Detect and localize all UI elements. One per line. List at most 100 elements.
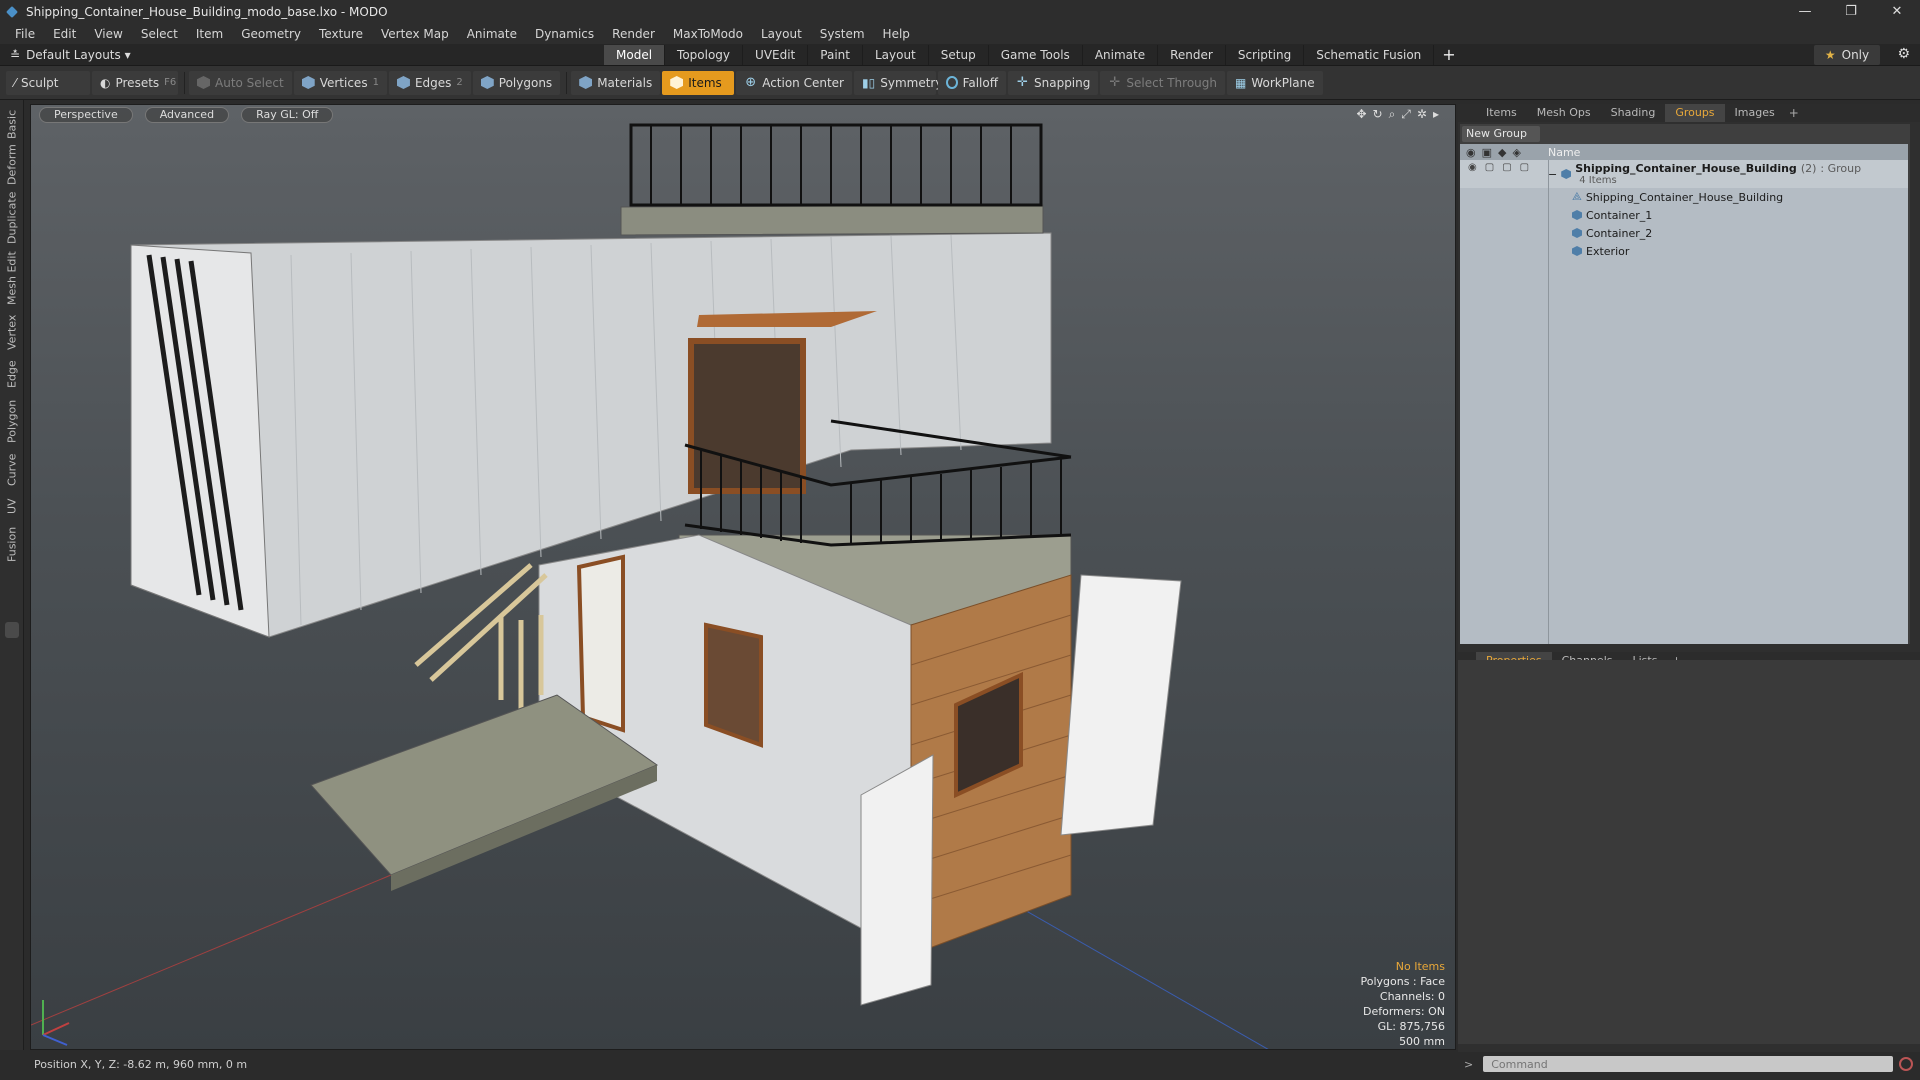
tree-row-item[interactable]: Container_2 (1460, 224, 1908, 242)
vtab-uv[interactable]: UV (2, 494, 22, 518)
lock-toggle-icon[interactable]: ▢ (1485, 162, 1494, 173)
3d-viewport[interactable]: Perspective Advanced Ray GL: Off ✥ ↻ ⌕ ⤢… (30, 104, 1456, 1050)
tab-model[interactable]: Model (604, 45, 666, 65)
materials-button[interactable]: Materials (571, 70, 661, 95)
menu-item[interactable]: Item (187, 27, 232, 41)
vtab-mesh-edit[interactable]: Mesh Edit (2, 250, 22, 306)
vtab-edge[interactable]: Edge (2, 358, 22, 390)
falloff-button[interactable]: Falloff (938, 70, 1006, 95)
tab-render[interactable]: Render (1158, 45, 1226, 65)
tree-row-item[interactable]: Container_1 (1460, 206, 1908, 224)
zoom-icon[interactable]: ⌕ (1389, 107, 1396, 122)
menu-geometry[interactable]: Geometry (232, 27, 310, 41)
menu-layout[interactable]: Layout (752, 27, 811, 41)
menu-help[interactable]: Help (874, 27, 919, 41)
tab-topology[interactable]: Topology (665, 45, 744, 65)
layout-selector[interactable]: ≛ Default Layouts ▾ (10, 48, 131, 62)
workplane-button[interactable]: ▦ WorkPlane (1226, 70, 1323, 95)
maximize-button[interactable]: ❐ (1828, 0, 1874, 23)
menu-edit[interactable]: Edit (44, 27, 85, 41)
vtab-deform[interactable]: Deform (2, 144, 22, 186)
tab-images[interactable]: Images (1725, 104, 1785, 122)
tab-setup[interactable]: Setup (929, 45, 989, 65)
collapse-icon[interactable]: − (1548, 168, 1557, 181)
command-input[interactable] (1483, 1056, 1894, 1072)
vertices-shortcut: 1 (372, 77, 379, 88)
edges-button[interactable]: Edges 2 (388, 70, 471, 95)
vtab-duplicate[interactable]: Duplicate (2, 190, 22, 246)
gear-icon[interactable]: ⚙ (1897, 46, 1910, 62)
select-icon[interactable]: ◆ (1498, 146, 1506, 159)
tree-row-item[interactable]: ⟁ Shipping_Container_House_Building (1460, 188, 1908, 206)
falloff-icon (946, 76, 958, 89)
tab-items[interactable]: Items (1476, 104, 1527, 122)
perspective-dropdown[interactable]: Perspective (39, 107, 133, 123)
items-button[interactable]: Items (662, 70, 735, 95)
lock-icon[interactable]: ▣ (1482, 146, 1492, 159)
auto-select-button[interactable]: Auto Select (189, 70, 292, 95)
tab-animate[interactable]: Animate (1083, 45, 1159, 65)
checkbox-icon[interactable]: ▢ (1520, 162, 1529, 173)
tab-schematic-fusion[interactable]: Schematic Fusion (1304, 45, 1435, 65)
group-kind: : Group (1820, 162, 1862, 175)
add-tab-button[interactable]: + (1442, 45, 1455, 65)
menu-system[interactable]: System (811, 27, 874, 41)
new-group-button[interactable]: New Group (1462, 126, 1540, 142)
menu-file[interactable]: File (6, 27, 44, 41)
tree-row-item[interactable]: Exterior (1460, 242, 1908, 260)
checkbox-icon[interactable]: ▢ (1502, 162, 1511, 173)
command-history-button[interactable] (1899, 1057, 1914, 1071)
menu-view[interactable]: View (85, 27, 131, 41)
select-through-button[interactable]: ✛ Select Through (1100, 70, 1225, 95)
minimize-button[interactable]: — (1782, 0, 1828, 23)
close-button[interactable]: ✕ (1874, 0, 1920, 23)
render-icon[interactable]: ◈ (1512, 146, 1520, 159)
menu-animate[interactable]: Animate (458, 27, 526, 41)
stat-channels: Channels: 0 (1379, 990, 1445, 1003)
only-label: Only (1841, 48, 1870, 62)
panel-toggle-button[interactable] (5, 622, 19, 638)
tree-row-group[interactable]: ◉ ▢ ▢ ▢ − Shipping_Container_House_Building… (1460, 160, 1908, 188)
snapping-button[interactable]: ✛ Snapping (1008, 70, 1099, 95)
vtab-vertex[interactable]: Vertex (2, 312, 22, 352)
groups-panel-tabs: Items Mesh Ops Shading Groups Images + (1458, 104, 1920, 122)
tab-game-tools[interactable]: Game Tools (989, 45, 1083, 65)
visibility-eye-icon[interactable]: ◉ (1468, 162, 1477, 173)
pan-icon[interactable]: ✥ (1356, 107, 1366, 122)
presets-button[interactable]: ◐ Presets F6 (92, 70, 178, 95)
settings-icon[interactable]: ✲ (1417, 107, 1427, 122)
polygons-button[interactable]: Polygons (472, 70, 561, 95)
vtab-basic[interactable]: Basic (2, 108, 22, 140)
raygl-dropdown[interactable]: Ray GL: Off (241, 107, 334, 123)
tab-mesh-ops[interactable]: Mesh Ops (1527, 104, 1601, 122)
menu-select[interactable]: Select (132, 27, 187, 41)
advanced-dropdown[interactable]: Advanced (144, 107, 230, 123)
eye-icon[interactable]: ◉ (1466, 146, 1476, 159)
only-toggle[interactable]: ★ Only (1814, 45, 1880, 65)
symmetry-button[interactable]: ▮▯ Symmetry (854, 70, 942, 95)
menu-render[interactable]: Render (603, 27, 664, 41)
column-divider (1548, 160, 1549, 644)
add-panel-tab-button[interactable]: + (1789, 106, 1799, 120)
vtab-polygon[interactable]: Polygon (2, 396, 22, 446)
tab-groups[interactable]: Groups (1665, 104, 1725, 122)
fit-icon[interactable]: ⤢ (1401, 107, 1411, 122)
menu-maxtomodo[interactable]: MaxToModo (664, 27, 752, 41)
tab-layout[interactable]: Layout (863, 45, 929, 65)
action-center-button[interactable]: ⊕ Action Center (736, 70, 852, 95)
vertices-button[interactable]: Vertices 1 (293, 70, 387, 95)
menu-vertex-map[interactable]: Vertex Map (372, 27, 458, 41)
rotate-icon[interactable]: ↻ (1373, 107, 1383, 122)
tab-shading[interactable]: Shading (1601, 104, 1666, 122)
tab-scripting[interactable]: Scripting (1226, 45, 1305, 65)
sculpt-button[interactable]: ⁄ Sculpt (6, 70, 90, 95)
tab-paint[interactable]: Paint (808, 45, 863, 65)
menu-texture[interactable]: Texture (310, 27, 372, 41)
menu-dynamics[interactable]: Dynamics (526, 27, 603, 41)
divider (566, 71, 568, 94)
expand-arrow-icon[interactable]: ▸ (1433, 107, 1439, 122)
brush-icon: ⁄ (14, 75, 17, 90)
vtab-fusion[interactable]: Fusion (2, 524, 22, 564)
vtab-curve[interactable]: Curve (2, 452, 22, 488)
tab-uvedit[interactable]: UVEdit (743, 45, 809, 65)
